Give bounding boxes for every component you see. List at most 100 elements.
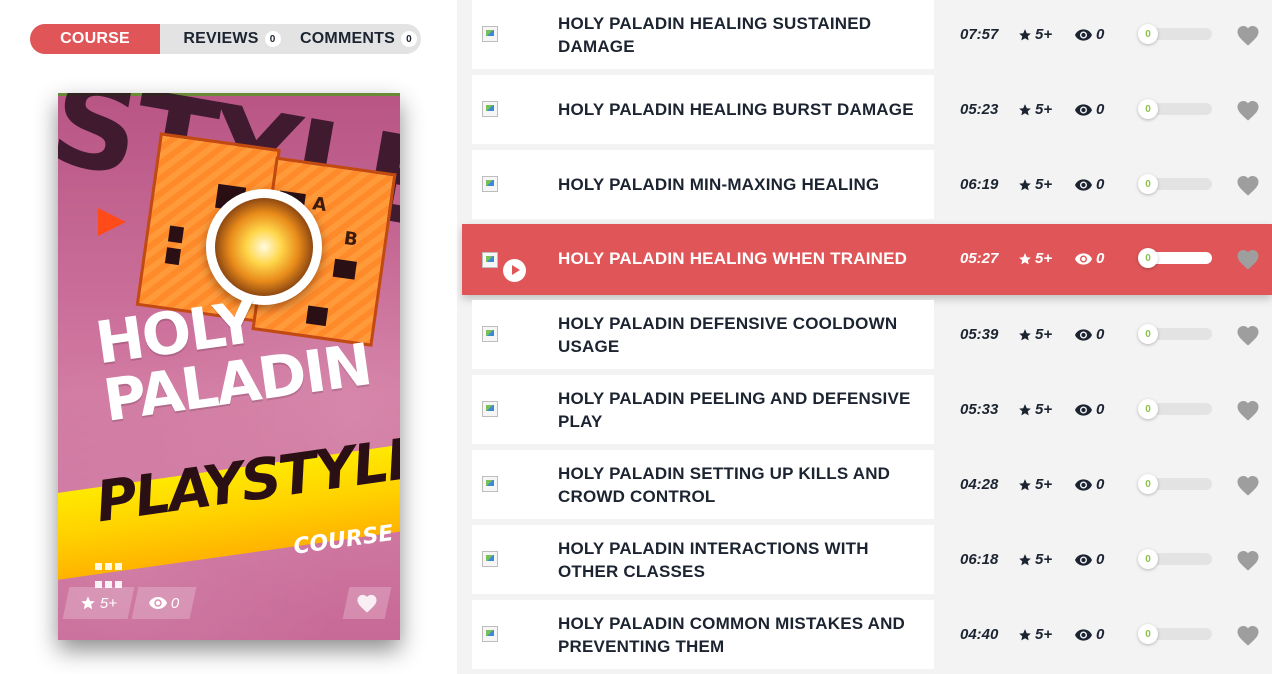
lesson-title[interactable]: HOLY PALADIN COMMON MISTAKES AND PREVENT… <box>558 600 928 669</box>
progress-knob[interactable]: 0 <box>1138 24 1158 44</box>
lesson-row-active[interactable]: HOLY PALADIN HEALING WHEN TRAINED 05:27 5+… <box>462 224 1272 295</box>
reviews-count-badge: 0 <box>264 31 281 47</box>
favorite-button[interactable] <box>1236 624 1260 646</box>
lesson-meta: 05:27 5+ 0 0 <box>934 224 1272 295</box>
play-icon[interactable] <box>503 259 526 282</box>
eye-icon <box>1075 403 1092 416</box>
progress-knob[interactable]: 0 <box>1138 174 1158 194</box>
progress-slider[interactable]: 0 <box>1138 174 1212 194</box>
lesson-thumbnail[interactable] <box>482 401 498 417</box>
heart-icon <box>1237 326 1259 346</box>
lesson-thumbnail[interactable] <box>482 626 498 642</box>
star-icon <box>1019 252 1031 264</box>
star-icon <box>1019 628 1031 640</box>
progress-knob[interactable]: 0 <box>1138 474 1158 494</box>
lesson-rating-value: 5+ <box>1035 551 1053 568</box>
progress-knob[interactable]: 0 <box>1138 324 1158 344</box>
progress-knob[interactable]: 0 <box>1138 248 1158 268</box>
lesson-views-value: 0 <box>1096 551 1105 568</box>
star-icon <box>1019 178 1031 190</box>
progress-slider[interactable]: 0 <box>1138 624 1212 644</box>
progress-knob[interactable]: 0 <box>1138 549 1158 569</box>
tab-comments[interactable]: COMMENTS 0 <box>296 24 421 54</box>
lesson-thumbnail[interactable] <box>482 101 498 117</box>
lesson-card[interactable]: HOLY PALADIN SETTING UP KILLS AND CROWD … <box>472 450 934 519</box>
progress-knob[interactable]: 0 <box>1138 624 1158 644</box>
tab-course-label: COURSE <box>60 30 130 47</box>
progress-slider[interactable]: 0 <box>1138 24 1212 44</box>
favorite-button[interactable] <box>1236 248 1260 270</box>
lesson-card[interactable]: HOLY PALADIN DEFENSIVE COOLDOWN USAGE <box>472 300 934 369</box>
lesson-title[interactable]: HOLY PALADIN SETTING UP KILLS AND CROWD … <box>558 450 928 519</box>
lesson-thumbnail[interactable] <box>482 476 498 492</box>
lesson-views: 0 <box>1075 300 1104 369</box>
tab-reviews[interactable]: REVIEWS 0 <box>170 24 294 54</box>
lesson-rating: 5+ <box>1018 75 1052 144</box>
lesson-card[interactable]: HOLY PALADIN MIN-MAXING HEALING <box>472 150 934 219</box>
red-arrow-icon <box>98 208 126 236</box>
progress-slider[interactable]: 0 <box>1138 399 1212 419</box>
tab-course[interactable]: COURSE <box>30 24 160 54</box>
lesson-title[interactable]: HOLY PALADIN DEFENSIVE COOLDOWN USAGE <box>558 300 928 369</box>
lesson-duration: 04:28 <box>960 476 999 493</box>
favorite-button[interactable] <box>1236 549 1260 571</box>
lesson-meta: 04:28 5+ 0 0 <box>934 450 1272 519</box>
progress-slider[interactable]: 0 <box>1138 99 1212 119</box>
lesson-card[interactable]: HOLY PALADIN HEALING BURST DAMAGE <box>472 75 934 144</box>
favorite-button[interactable] <box>1236 399 1260 421</box>
lesson-card[interactable]: HOLY PALADIN PEELING AND DEFENSIVE PLAY <box>472 375 934 444</box>
eye-icon <box>1075 628 1092 641</box>
lesson-card[interactable]: HOLY PALADIN HEALING SUSTAINED DAMAGE <box>472 0 934 69</box>
lesson-thumbnail[interactable] <box>482 26 498 42</box>
lesson-card[interactable]: HOLY PALADIN INTERACTIONS WITH OTHER CLA… <box>472 525 934 594</box>
lesson-title[interactable]: HOLY PALADIN HEALING WHEN TRAINED <box>558 224 928 293</box>
lesson-title[interactable]: HOLY PALADIN MIN-MAXING HEALING <box>558 150 928 219</box>
lesson-views-value: 0 <box>1096 626 1105 643</box>
card-views-value: 0 <box>171 594 180 612</box>
lesson-duration: 05:39 <box>960 326 999 343</box>
progress-slider[interactable]: 0 <box>1138 324 1212 344</box>
favorite-button[interactable] <box>1236 99 1260 121</box>
star-icon <box>1019 328 1031 340</box>
star-icon <box>1019 553 1031 565</box>
favorite-button[interactable] <box>1236 324 1260 346</box>
lesson-title[interactable]: HOLY PALADIN HEALING SUSTAINED DAMAGE <box>558 0 928 69</box>
eye-icon <box>1075 553 1092 566</box>
lesson-card[interactable]: HOLY PALADIN COMMON MISTAKES AND PREVENT… <box>472 600 934 669</box>
course-cover-card[interactable]: STYLE A B HOLY PALADIN PLAYSTYLE COURSE … <box>58 93 400 640</box>
heart-icon <box>1237 626 1259 646</box>
card-favorite-button[interactable] <box>342 587 392 619</box>
lesson-views: 0 <box>1075 450 1104 519</box>
lesson-views-value: 0 <box>1096 476 1105 493</box>
card-views: 0 <box>131 587 197 619</box>
favorite-button[interactable] <box>1236 174 1260 196</box>
book-block <box>164 247 181 266</box>
progress-knob[interactable]: 0 <box>1138 399 1158 419</box>
orb-glow <box>215 198 313 296</box>
lesson-views-value: 0 <box>1096 250 1105 267</box>
lesson-views-value: 0 <box>1096 326 1105 343</box>
lesson-views-value: 0 <box>1096 26 1105 43</box>
lesson-thumbnail[interactable] <box>482 252 498 268</box>
star-icon <box>81 596 95 610</box>
lesson-title[interactable]: HOLY PALADIN INTERACTIONS WITH OTHER CLA… <box>558 525 928 594</box>
favorite-button[interactable] <box>1236 24 1260 46</box>
lesson-meta: 05:39 5+ 0 0 <box>934 300 1272 369</box>
lesson-duration: 06:19 <box>960 176 999 193</box>
lesson-rating: 5+ <box>1018 150 1052 219</box>
lesson-thumbnail[interactable] <box>482 326 498 342</box>
lesson-thumbnail[interactable] <box>482 551 498 567</box>
eye-icon <box>1075 178 1092 191</box>
lesson-thumbnail[interactable] <box>482 176 498 192</box>
lesson-views: 0 <box>1075 150 1104 219</box>
lesson-meta: 05:33 5+ 0 0 <box>934 375 1272 444</box>
heart-icon <box>1237 401 1259 421</box>
progress-slider[interactable]: 0 <box>1138 248 1212 268</box>
progress-slider[interactable]: 0 <box>1138 549 1212 569</box>
progress-knob[interactable]: 0 <box>1138 99 1158 119</box>
lesson-duration: 07:57 <box>960 26 999 43</box>
lesson-title[interactable]: HOLY PALADIN HEALING BURST DAMAGE <box>558 75 928 144</box>
favorite-button[interactable] <box>1236 474 1260 496</box>
lesson-title[interactable]: HOLY PALADIN PEELING AND DEFENSIVE PLAY <box>558 375 928 444</box>
progress-slider[interactable]: 0 <box>1138 474 1212 494</box>
